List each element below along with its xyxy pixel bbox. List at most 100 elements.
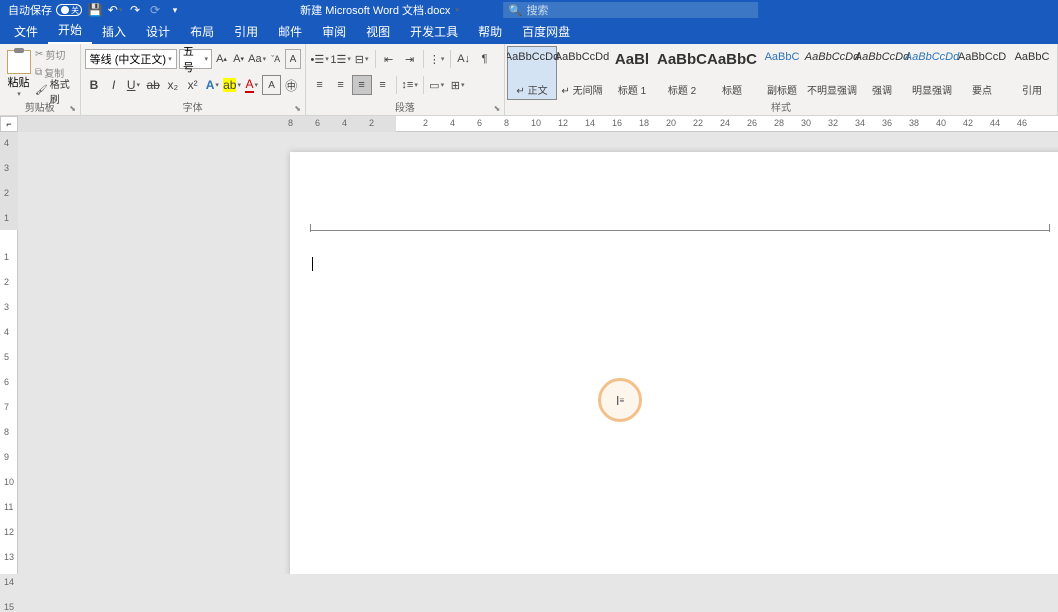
ribbon-tabs: 文件开始插入设计布局引用邮件审阅视图开发工具帮助百度网盘 [0,20,1058,44]
style-↵ 正文[interactable]: AaBbCcDd↵ 正文 [507,46,557,100]
format-painter-button[interactable]: 🖌格式刷 [35,82,76,99]
bullets-button[interactable]: •☰▾ [310,49,330,69]
redo-icon[interactable]: ↷ [128,3,142,17]
font-size-select[interactable]: 五号▾ [179,49,212,69]
tab-百度网盘[interactable]: 百度网盘 [512,19,580,44]
style-标题 1[interactable]: AaBl标题 1 [607,46,657,100]
title-dropdown-icon[interactable]: ▾ [455,6,459,14]
text-effects-button[interactable]: A▾ [203,75,222,95]
paste-icon [7,50,31,74]
page[interactable] [290,152,1058,574]
brush-icon: 🖌 [35,85,48,96]
save-icon[interactable]: 💾 [88,3,102,17]
autosave-label: 自动保存 [8,2,52,18]
document-area: 4321123456789101112131415 [0,132,1058,574]
toggle-switch[interactable]: 关 [56,4,82,16]
group-clipboard: 粘贴 ▾ ✂剪切 ⧉复制 🖌格式刷 剪贴板 ⬊ [0,44,81,115]
title-left: 自动保存 关 💾 ↶▾ ↷ ⟳ ▾ [0,2,182,18]
tab-开始[interactable]: 开始 [48,17,92,44]
scissors-icon: ✂ [35,49,43,60]
style-要点[interactable]: AaBbCcD要点 [957,46,1007,100]
bold-button[interactable]: B [85,75,104,95]
copy-icon: ⧉ [35,67,42,78]
tab-文件[interactable]: 文件 [4,19,48,44]
title-bar: 自动保存 关 💾 ↶▾ ↷ ⟳ ▾ 新建 Microsoft Word 文档.d… [0,0,1058,20]
sync-icon[interactable]: ⟳ [148,3,162,17]
underline-button[interactable]: U▾ [124,75,143,95]
tab-开发工具[interactable]: 开发工具 [400,19,468,44]
multilevel-button[interactable]: ⊟▾ [352,49,372,69]
text-cursor [312,257,313,271]
clear-format-button[interactable]: A [285,49,300,69]
paste-label: 粘贴 [8,74,30,90]
undo-icon[interactable]: ↶▾ [108,3,122,17]
align-justify-button[interactable]: ≡ [352,75,372,95]
search-box[interactable]: 🔍 搜索 [503,2,758,18]
tab-布局[interactable]: 布局 [180,19,224,44]
superscript-button[interactable]: x² [183,75,202,95]
tab-设计[interactable]: 设计 [136,19,180,44]
numbering-button[interactable]: 1☰▾ [331,49,351,69]
group-font: 等线 (中文正文)▾ 五号▾ A▴ A▾ Aa▾ ˇA A B I U▾ ab … [81,44,306,115]
enclose-char-button[interactable]: ㊥ [282,75,301,95]
subscript-button[interactable]: x₂ [164,75,183,95]
clipboard-launcher[interactable]: ⬊ [68,103,78,113]
search-placeholder: 搜索 [527,2,549,18]
paste-button[interactable]: 粘贴 ▾ [4,46,33,102]
font-name-select[interactable]: 等线 (中文正文)▾ [85,49,177,69]
italic-button[interactable]: I [104,75,123,95]
group-label-paragraph: 段落 [306,99,504,114]
font-launcher[interactable]: ⬊ [293,103,303,113]
style-明显强调[interactable]: AaBbCcDd明显强调 [907,46,957,100]
show-marks-button[interactable]: ¶ [475,49,495,69]
shading-button[interactable]: ▭▾ [427,75,447,95]
tab-视图[interactable]: 视图 [356,19,400,44]
paragraph-launcher[interactable]: ⬊ [492,103,502,113]
style-强调[interactable]: AaBbCcDd强调 [857,46,907,100]
document-canvas[interactable] [18,132,1058,574]
style-标题 2[interactable]: AaBbC标题 2 [657,46,707,100]
grow-font-button[interactable]: A▴ [214,49,229,69]
highlight-button[interactable]: ab▾ [223,75,242,95]
cut-button: ✂剪切 [35,46,76,63]
qat-more-icon[interactable]: ▾ [168,3,182,17]
asian-layout-button[interactable]: ⋮▾ [427,49,447,69]
tab-引用[interactable]: 引用 [224,19,268,44]
group-label-styles: 样式 [505,99,1057,114]
document-title: 新建 Microsoft Word 文档.docx [300,2,450,18]
style-引用[interactable]: AaBbC引用 [1007,46,1057,100]
style-↵ 无间隔[interactable]: AaBbCcDd↵ 无间隔 [557,46,607,100]
ruler-horizontal[interactable]: 8642246810121416182022242628303234363840… [18,116,1058,132]
increase-indent-button[interactable]: ⇥ [400,49,420,69]
ruler-vertical[interactable]: 4321123456789101112131415 [0,132,18,574]
char-shading-button[interactable]: A [262,75,281,95]
sort-button[interactable]: A↓ [454,49,474,69]
change-case-button[interactable]: Aa▾ [248,49,266,69]
tab-插入[interactable]: 插入 [92,19,136,44]
tab-审阅[interactable]: 审阅 [312,19,356,44]
shrink-font-button[interactable]: A▾ [231,49,246,69]
style-不明显强调[interactable]: AaBbCcDd不明显强调 [807,46,857,100]
tab-邮件[interactable]: 邮件 [268,19,312,44]
align-distribute-button[interactable]: ≡ [373,75,393,95]
page-header [310,230,1050,231]
group-label-font: 字体 [81,99,305,114]
borders-button[interactable]: ⊞▾ [448,75,468,95]
title-center: 新建 Microsoft Word 文档.docx ▾ 🔍 搜索 [300,2,758,18]
phonetic-guide-button[interactable]: ˇA [268,49,283,69]
align-center-button[interactable]: ≡ [331,75,351,95]
search-icon: 🔍 [509,4,523,17]
font-color-button[interactable]: A▾ [242,75,261,95]
autosave-toggle[interactable]: 自动保存 关 [8,2,82,18]
decrease-indent-button[interactable]: ⇤ [379,49,399,69]
tab-帮助[interactable]: 帮助 [468,19,512,44]
ruler-corner[interactable]: ⌐ [0,116,18,132]
group-paragraph: •☰▾ 1☰▾ ⊟▾ ⇤ ⇥ ⋮▾ A↓ ¶ ≡ ≡ ≡ ≡ ↕≡▾ ▭▾ ⊞▾… [306,44,505,115]
strike-button[interactable]: ab [144,75,163,95]
group-styles: AaBbCcDd↵ 正文AaBbCcDd↵ 无间隔AaBl标题 1AaBbC标题… [505,44,1058,115]
style-副标题[interactable]: AaBbC副标题 [757,46,807,100]
ribbon: 粘贴 ▾ ✂剪切 ⧉复制 🖌格式刷 剪贴板 ⬊ 等线 (中文正文)▾ 五号▾ A… [0,44,1058,116]
style-标题[interactable]: AaBbC标题 [707,46,757,100]
align-left-button[interactable]: ≡ [310,75,330,95]
line-spacing-button[interactable]: ↕≡▾ [400,75,420,95]
